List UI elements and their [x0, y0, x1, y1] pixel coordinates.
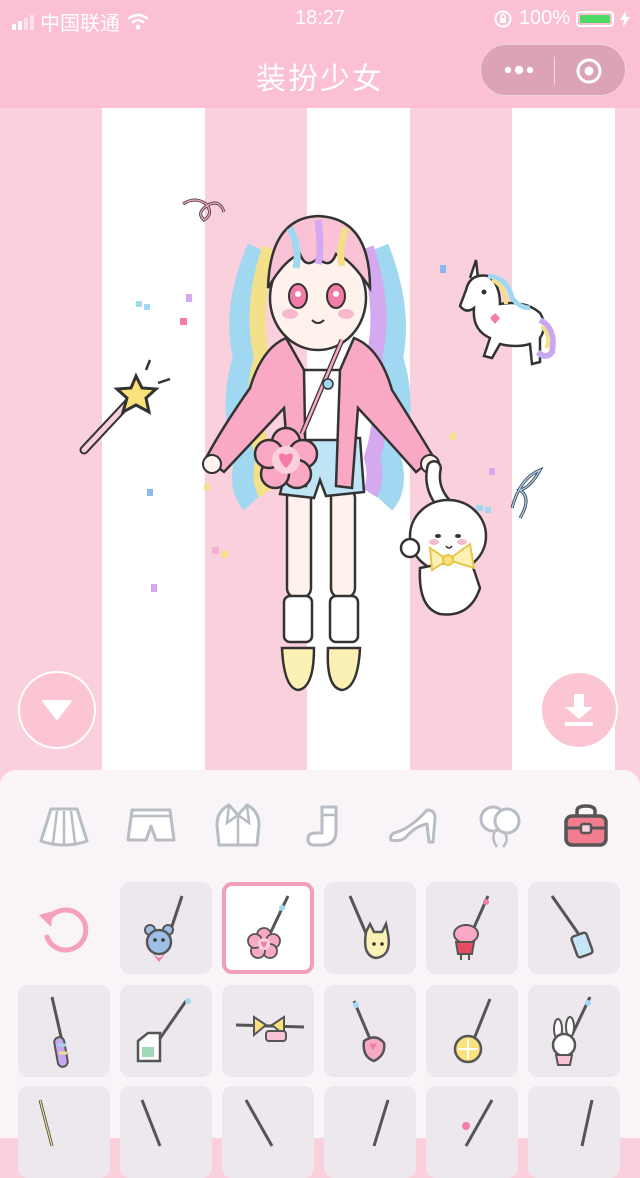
sock-icon	[306, 805, 338, 847]
bottle-bag-icon	[550, 895, 594, 959]
orientation-lock-icon	[494, 10, 512, 27]
bear-bag-icon	[144, 895, 184, 962]
shorts-icon	[126, 808, 176, 842]
status-bar: 中国联通 18:27 100%	[0, 0, 640, 36]
peppa-pig-bag-icon	[453, 895, 490, 960]
more-icon[interactable]	[501, 58, 537, 82]
girl-character	[202, 214, 440, 692]
balloon-icon	[479, 805, 521, 848]
item-heart-cube-bag[interactable]	[324, 985, 416, 1077]
item-cat-bag[interactable]	[324, 882, 416, 974]
jacket-icon	[215, 803, 261, 847]
item-row3-4[interactable]	[324, 1086, 416, 1178]
item-bottle-bag[interactable]	[528, 882, 620, 974]
tab-shorts[interactable]	[121, 796, 181, 856]
item-row3-1[interactable]	[18, 1086, 110, 1178]
reset-button[interactable]	[18, 882, 110, 974]
item-peppa-pig-bag[interactable]	[426, 882, 518, 974]
download-button[interactable]	[540, 671, 618, 749]
bag-strap-icon	[244, 1099, 274, 1147]
item-bunny-bag[interactable]	[528, 985, 620, 1077]
item-milk-carton-bag[interactable]	[120, 985, 212, 1077]
dressup-stage	[0, 108, 640, 773]
bow-belt-icon	[235, 1015, 305, 1042]
mini-program-capsule	[480, 44, 626, 96]
tab-skirt[interactable]	[34, 796, 94, 856]
bag-strap-icon	[580, 1099, 594, 1147]
cat-bag-icon	[348, 895, 390, 960]
charging-icon	[620, 10, 630, 27]
nav-bar: 装扮少女	[0, 36, 640, 108]
magic-wand-prop	[79, 359, 171, 455]
triangle-down-icon	[42, 700, 72, 720]
collapse-panel-button[interactable]	[18, 671, 96, 749]
skirt-icon	[39, 807, 89, 847]
item-row3-2[interactable]	[120, 1086, 212, 1178]
milk-carton-icon	[136, 998, 191, 1063]
lemon-bag-icon	[453, 998, 492, 1064]
rainbow-wand-icon	[50, 996, 69, 1068]
tab-socks[interactable]	[296, 796, 356, 856]
item-bear-bag[interactable]	[120, 882, 212, 974]
tab-shoes[interactable]	[383, 796, 443, 856]
download-icon	[565, 694, 593, 726]
battery-icon	[576, 10, 614, 27]
bag-icon	[564, 804, 608, 847]
item-bow-belt-bag[interactable]	[222, 985, 314, 1077]
tab-bags[interactable]	[556, 796, 616, 856]
item-flower-bag[interactable]	[222, 882, 314, 974]
bag-strap-icon	[38, 1099, 54, 1147]
tab-props[interactable]	[470, 796, 530, 856]
unicorn-prop	[458, 259, 556, 366]
flower-bag-icon	[247, 895, 290, 959]
high-heel-icon	[389, 808, 437, 844]
battery-percent: 100%	[518, 7, 570, 29]
item-row3-3[interactable]	[222, 1086, 314, 1178]
bag-strap-icon	[462, 1099, 494, 1147]
tab-jacket[interactable]	[208, 796, 268, 856]
bag-strap-icon	[372, 1099, 390, 1147]
close-target-icon[interactable]	[575, 57, 603, 85]
bag-strap-icon	[140, 1099, 162, 1147]
heart-cube-icon	[352, 1000, 386, 1063]
bunny-bag-icon	[551, 996, 592, 1066]
item-rainbow-wand-bag[interactable]	[18, 985, 110, 1077]
item-row3-6[interactable]	[528, 1086, 620, 1178]
item-lemon-bag[interactable]	[426, 985, 518, 1077]
bunny-plush-prop	[399, 460, 488, 616]
item-row3-5[interactable]	[426, 1086, 518, 1178]
reset-icon	[39, 907, 89, 953]
